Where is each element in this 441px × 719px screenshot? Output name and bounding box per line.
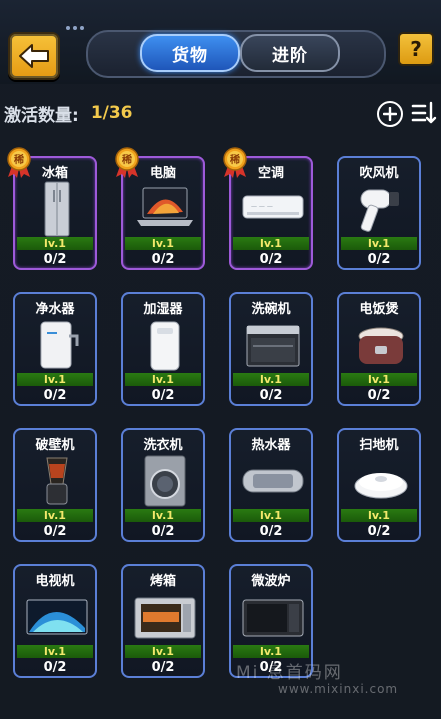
- item-name: 加湿器: [143, 302, 183, 317]
- item-count: 0/2: [367, 524, 391, 539]
- item-name: 净水器: [35, 302, 75, 317]
- robot-vacuum-icon: [347, 452, 415, 510]
- svg-text:— — —: — — —: [251, 203, 273, 210]
- item-name: 破壁机: [35, 438, 75, 453]
- sort-button[interactable]: [411, 100, 437, 126]
- item-level: lv.1: [233, 509, 309, 522]
- tab-goods[interactable]: 货物: [140, 34, 240, 72]
- television-icon: [23, 588, 91, 646]
- item-count: 0/2: [367, 388, 391, 403]
- item-level: lv.1: [341, 373, 417, 386]
- item-count: 0/2: [43, 524, 67, 539]
- item-count: 0/2: [367, 252, 391, 267]
- item-level: lv.1: [341, 509, 417, 522]
- watermark-url: www.mixinxi.com: [278, 682, 399, 696]
- blender-icon: [23, 452, 91, 510]
- laptop-icon: [131, 180, 199, 238]
- item-card[interactable]: 洗碗机 lv.1 0/2: [229, 292, 313, 406]
- rare-medal-icon: 稀: [4, 146, 34, 178]
- item-count: 0/2: [43, 252, 67, 267]
- rare-medal-icon: 稀: [220, 146, 250, 178]
- item-card[interactable]: 吹风机 lv.1 0/2: [337, 156, 421, 270]
- watermark-title: Mi 息首码网: [236, 663, 343, 683]
- item-count: 0/2: [151, 524, 175, 539]
- water-heater-icon: [239, 452, 307, 510]
- item-count: 0/2: [43, 660, 67, 675]
- item-name: 微波炉: [251, 574, 291, 589]
- tab-advance[interactable]: 进阶: [240, 34, 340, 72]
- item-name: 电视机: [35, 574, 75, 589]
- item-level: lv.1: [17, 237, 93, 250]
- item-card[interactable]: 加湿器 lv.1 0/2: [121, 292, 205, 406]
- rice-cooker-icon: [347, 316, 415, 374]
- air-conditioner-icon: — — —: [239, 180, 307, 238]
- item-level: lv.1: [341, 237, 417, 250]
- item-count: 0/2: [259, 252, 283, 267]
- item-card[interactable]: 热水器 lv.1 0/2: [229, 428, 313, 542]
- item-level: lv.1: [233, 237, 309, 250]
- back-button[interactable]: [8, 32, 60, 80]
- item-name: 洗碗机: [251, 302, 291, 317]
- watermark: Mi 息首码网 www.mixinxi.com: [236, 658, 441, 698]
- item-level: lv.1: [233, 645, 309, 658]
- item-level: lv.1: [17, 373, 93, 386]
- item-count: 0/2: [259, 524, 283, 539]
- activation-label: 激活数量:: [4, 105, 79, 126]
- item-level: lv.1: [233, 373, 309, 386]
- svg-text:稀: 稀: [122, 153, 132, 166]
- hair-dryer-icon: [347, 180, 415, 238]
- item-name: 电饭煲: [359, 302, 399, 317]
- game-screen: 货物 进阶 ? 激活数量: 1/36 冰箱 lv.1 0/2 稀电脑 lv.1 0/2 稀空…: [0, 0, 441, 719]
- item-name: 烤箱: [149, 574, 176, 589]
- item-count: 0/2: [259, 388, 283, 403]
- item-name: 热水器: [251, 438, 291, 453]
- item-level: lv.1: [17, 509, 93, 522]
- humidifier-icon: [131, 316, 199, 374]
- item-count: 0/2: [151, 388, 175, 403]
- item-name: 扫地机: [359, 438, 399, 453]
- refrigerator-icon: [23, 180, 91, 238]
- item-level: lv.1: [125, 373, 201, 386]
- help-button[interactable]: ?: [398, 32, 434, 66]
- item-level: lv.1: [125, 237, 201, 250]
- rare-medal-icon: 稀: [112, 146, 142, 178]
- washing-machine-icon: [131, 452, 199, 510]
- menu-dots-icon: [66, 26, 84, 30]
- item-count: 0/2: [151, 660, 175, 675]
- item-card[interactable]: 烤箱 lv.1 0/2: [121, 564, 205, 678]
- microwave-icon: [239, 588, 307, 646]
- item-card[interactable]: 洗衣机 lv.1 0/2: [121, 428, 205, 542]
- item-name: 洗衣机: [143, 438, 183, 453]
- item-level: lv.1: [125, 509, 201, 522]
- item-level: lv.1: [17, 645, 93, 658]
- svg-text:稀: 稀: [230, 153, 240, 166]
- item-count: 0/2: [43, 388, 67, 403]
- water-purifier-icon: [23, 316, 91, 374]
- item-level: lv.1: [125, 645, 201, 658]
- item-card[interactable]: 电视机 lv.1 0/2: [13, 564, 97, 678]
- back-arrow-icon: [19, 44, 49, 68]
- item-card[interactable]: 电饭煲 lv.1 0/2: [337, 292, 421, 406]
- item-card[interactable]: 破壁机 lv.1 0/2: [13, 428, 97, 542]
- dishwasher-icon: [239, 316, 307, 374]
- activation-counter: 激活数量: 1/36: [4, 100, 133, 126]
- item-card[interactable]: 扫地机 lv.1 0/2: [337, 428, 421, 542]
- plus-icon: [383, 107, 397, 121]
- svg-text:稀: 稀: [14, 153, 24, 166]
- item-name: 吹风机: [359, 166, 399, 181]
- item-count: 0/2: [151, 252, 175, 267]
- add-button[interactable]: [377, 101, 403, 127]
- oven-icon: [131, 588, 199, 646]
- item-card[interactable]: 净水器 lv.1 0/2: [13, 292, 97, 406]
- activation-value: 1/36: [90, 103, 133, 123]
- sort-icon: [411, 101, 437, 124]
